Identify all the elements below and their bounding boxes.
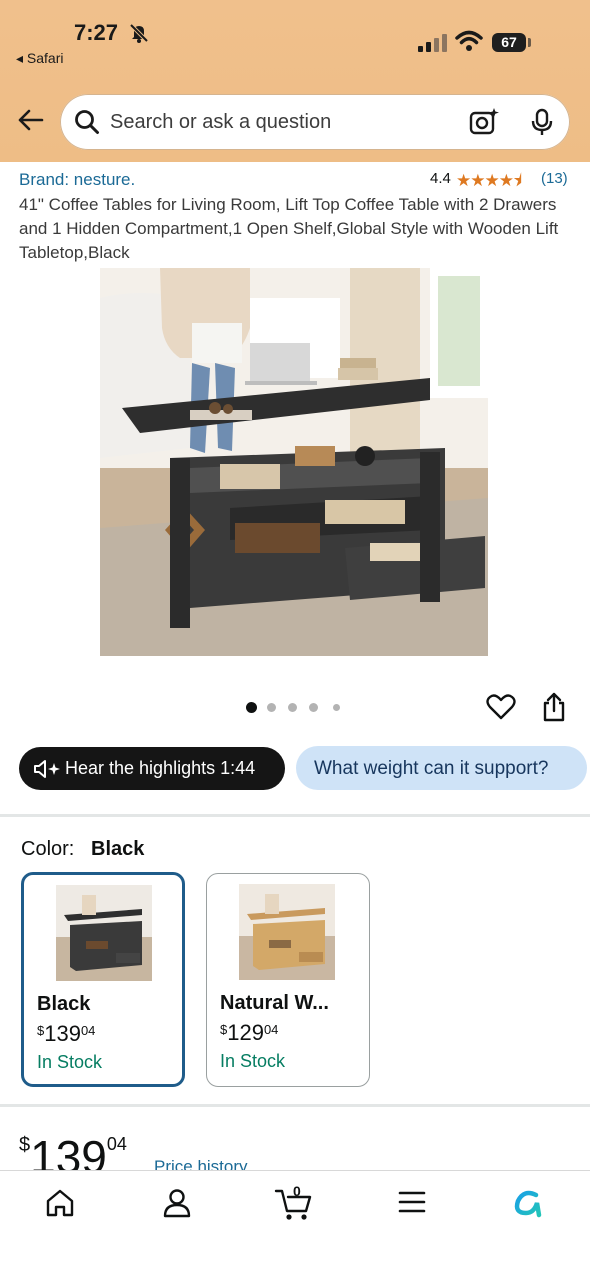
rufus-assistant-icon[interactable] <box>512 1187 546 1219</box>
camera-search-icon[interactable] <box>468 107 500 137</box>
browser-header: 7:27 ◂ Safari 67 Search or ask a questio… <box>0 0 590 162</box>
hear-highlights-button[interactable]: Hear the highlights 1:44 <box>19 747 285 790</box>
color-option-image <box>239 884 335 980</box>
color-option-price: $12904 <box>220 1020 279 1045</box>
section-divider <box>0 814 590 817</box>
product-title: 41" Coffee Tables for Living Room, Lift … <box>19 195 559 262</box>
suggested-question-button[interactable]: What weight can it support? <box>296 746 587 790</box>
rating-count-link[interactable]: (13) <box>541 170 568 187</box>
speaker-sparkle-icon <box>34 760 60 778</box>
color-option-price: $13904 <box>37 1021 96 1046</box>
hear-highlights-label: Hear the highlights 1:44 <box>65 758 256 778</box>
search-bar[interactable]: Search or ask a question <box>60 94 570 150</box>
back-to-safari[interactable]: ◂ Safari <box>16 50 64 67</box>
color-selected-value: Black <box>91 838 145 860</box>
account-icon[interactable] <box>162 1187 192 1219</box>
section-divider <box>0 1104 590 1107</box>
carousel-dot[interactable] <box>288 703 297 712</box>
cart-count: 0 <box>293 1183 301 1199</box>
carousel-dot-active[interactable] <box>246 702 257 713</box>
carousel-dot[interactable] <box>333 704 340 711</box>
color-label: Color: <box>21 838 75 860</box>
rating-value: 4.4 <box>430 170 451 187</box>
product-image[interactable] <box>100 268 488 656</box>
bottom-tab-bar: 0 <box>0 1170 590 1281</box>
color-option-stock: In Stock <box>220 1051 286 1071</box>
home-icon[interactable] <box>44 1187 76 1219</box>
share-icon[interactable] <box>541 692 567 722</box>
back-arrow-icon[interactable] <box>16 108 44 132</box>
search-input[interactable]: Search or ask a question <box>110 111 331 134</box>
color-option-natural-wood[interactable]: Natural W... $12904 In Stock <box>206 873 370 1087</box>
bell-muted-icon <box>129 23 149 43</box>
color-option-image <box>56 885 152 981</box>
suggested-question-label: What weight can it support? <box>314 758 549 779</box>
search-icon <box>75 110 99 134</box>
status-time: 7:27 <box>74 20 119 45</box>
menu-icon[interactable] <box>398 1189 426 1215</box>
carousel-dot[interactable] <box>267 703 276 712</box>
battery-icon: 67 <box>492 33 526 52</box>
signal-icon <box>418 34 447 52</box>
color-option-black[interactable]: Black $13904 In Stock <box>21 872 185 1087</box>
color-option-name: Natural W... <box>220 992 329 1014</box>
heart-icon[interactable] <box>486 693 516 721</box>
microphone-icon[interactable] <box>530 108 554 136</box>
carousel-dot[interactable] <box>309 703 318 712</box>
battery-tip <box>528 38 531 47</box>
brand-link[interactable]: Brand: nesture. <box>19 170 135 190</box>
color-option-name: Black <box>37 993 91 1015</box>
wifi-icon <box>455 30 483 51</box>
color-option-stock: In Stock <box>37 1052 103 1072</box>
